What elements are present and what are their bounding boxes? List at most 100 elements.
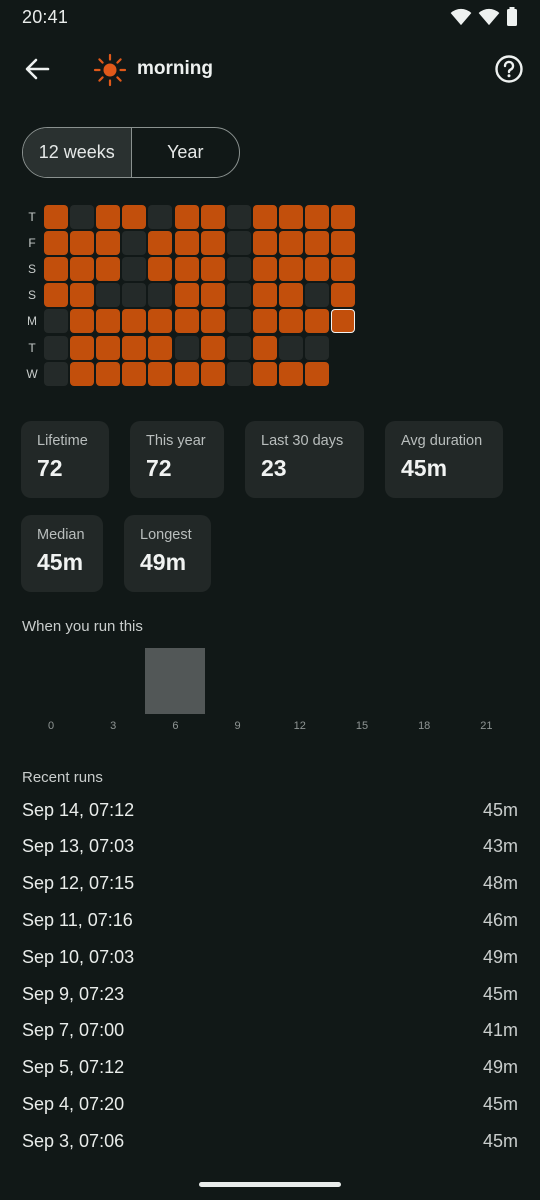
heatmap-cell[interactable] [305, 283, 329, 308]
run-list-item[interactable]: Sep 11, 07:16 46m [22, 902, 518, 938]
heatmap-cell[interactable] [96, 335, 121, 360]
heatmap-cell[interactable] [278, 231, 303, 256]
heatmap-cell[interactable] [174, 335, 199, 360]
heatmap-cell[interactable] [96, 361, 121, 386]
heatmap-cell[interactable] [44, 309, 68, 334]
help-circle-icon[interactable] [494, 54, 524, 84]
heatmap-cell[interactable] [44, 257, 68, 282]
heatmap-cell[interactable] [226, 257, 251, 282]
heatmap-cell[interactable] [226, 335, 251, 360]
hour-of-day-chart: 0 3 6 9 12 15 18 21 [0, 640, 540, 740]
heatmap-cell[interactable] [70, 309, 95, 334]
heatmap-cell[interactable] [96, 257, 121, 282]
run-list-item[interactable]: Sep 10, 07:03 49m [22, 939, 518, 975]
heatmap-cell[interactable] [44, 205, 68, 229]
heatmap-cell[interactable] [278, 283, 303, 308]
heatmap-cell[interactable] [331, 283, 356, 308]
heatmap-cell[interactable] [200, 335, 225, 360]
heatmap-cell[interactable] [96, 283, 121, 308]
heatmap-cell[interactable] [148, 309, 173, 334]
run-list-item[interactable]: Sep 9, 07:23 45m [22, 976, 518, 1012]
heatmap-cell[interactable] [305, 309, 329, 334]
heatmap-cell[interactable] [70, 257, 95, 282]
heatmap-cell[interactable] [200, 231, 225, 256]
heatmap-cell[interactable] [122, 205, 147, 229]
heatmap-cell[interactable] [96, 309, 121, 334]
heatmap-cell[interactable] [226, 309, 251, 334]
heatmap-cell[interactable] [70, 283, 95, 308]
heatmap-cell[interactable] [331, 205, 356, 229]
heatmap-cell[interactable] [174, 205, 199, 229]
heatmap-cell[interactable] [44, 231, 68, 256]
heatmap-cell[interactable] [278, 335, 303, 360]
heatmap-cell[interactable] [278, 361, 303, 386]
heatmap-cell[interactable] [252, 205, 277, 229]
run-list-item[interactable]: Sep 5, 07:12 49m [22, 1050, 518, 1086]
heatmap-cell[interactable] [200, 283, 225, 308]
heatmap-cell[interactable] [252, 309, 277, 334]
heatmap-cell[interactable] [70, 205, 95, 229]
range-option-year[interactable]: Year [132, 128, 240, 177]
heatmap-cell[interactable] [305, 257, 329, 282]
heatmap-cell[interactable] [252, 283, 277, 308]
heatmap-cell[interactable] [148, 361, 173, 386]
heatmap-cell[interactable] [305, 361, 329, 386]
heatmap-cell[interactable] [174, 257, 199, 282]
run-list-item[interactable]: Sep 12, 07:15 48m [22, 866, 518, 902]
heatmap-cell[interactable] [226, 283, 251, 308]
heatmap-cell[interactable] [122, 335, 147, 360]
run-duration: 45m [482, 1093, 518, 1114]
heatmap-cell[interactable] [226, 361, 251, 386]
run-list-item[interactable]: Sep 7, 07:00 41m [22, 1013, 518, 1049]
heatmap-cell[interactable] [148, 335, 173, 360]
heatmap-cell[interactable] [44, 283, 68, 308]
heatmap-cell[interactable] [331, 257, 356, 282]
heatmap-cell[interactable] [44, 335, 68, 360]
heatmap-cell[interactable] [278, 205, 303, 229]
back-arrow-icon[interactable] [22, 54, 52, 84]
heatmap-cell[interactable] [148, 257, 173, 282]
run-list-item[interactable]: Sep 3, 07:06 45m [22, 1123, 518, 1159]
heatmap-cell[interactable] [70, 231, 95, 256]
heatmap-cell-today[interactable] [331, 309, 356, 334]
heatmap-cell[interactable] [44, 361, 68, 386]
heatmap-cell[interactable] [278, 309, 303, 334]
heatmap-cell[interactable] [148, 283, 173, 308]
heatmap-cell[interactable] [200, 361, 225, 386]
run-date: Sep 4, 07:20 [22, 1093, 125, 1114]
run-list-item[interactable]: Sep 4, 07:20 45m [22, 1086, 518, 1122]
heatmap-cell[interactable] [226, 231, 251, 256]
heatmap-cell[interactable] [174, 283, 199, 308]
heatmap-cell[interactable] [148, 205, 173, 229]
heatmap-cell[interactable] [252, 257, 277, 282]
heatmap-cell[interactable] [252, 361, 277, 386]
heatmap-cell[interactable] [148, 231, 173, 256]
heatmap-cell[interactable] [226, 205, 251, 229]
heatmap-cell[interactable] [96, 231, 121, 256]
heatmap-cell[interactable] [252, 231, 277, 256]
range-option-12-weeks[interactable]: 12 weeks [23, 128, 132, 177]
heatmap-cell[interactable] [278, 257, 303, 282]
heatmap-cell[interactable] [174, 231, 199, 256]
run-list-item[interactable]: Sep 13, 07:03 43m [22, 829, 518, 865]
gesture-nav-handle[interactable] [199, 1182, 341, 1187]
heatmap-cell[interactable] [200, 257, 225, 282]
heatmap-cell[interactable] [305, 231, 329, 256]
heatmap-cell[interactable] [122, 257, 147, 282]
heatmap-cell[interactable] [305, 205, 329, 229]
heatmap-cell[interactable] [174, 361, 199, 386]
heatmap-cell[interactable] [200, 205, 225, 229]
heatmap-cell[interactable] [174, 309, 199, 334]
heatmap-cell[interactable] [122, 283, 147, 308]
run-list-item[interactable]: Sep 14, 07:12 45m [22, 792, 518, 828]
heatmap-cell[interactable] [96, 205, 121, 229]
heatmap-cell[interactable] [305, 335, 329, 360]
heatmap-cell[interactable] [122, 309, 147, 334]
heatmap-cell[interactable] [252, 335, 277, 360]
heatmap-cell[interactable] [122, 361, 147, 386]
heatmap-cell[interactable] [70, 335, 95, 360]
heatmap-cell[interactable] [331, 231, 356, 256]
heatmap-cell[interactable] [200, 309, 225, 334]
heatmap-cell[interactable] [122, 231, 147, 256]
heatmap-cell[interactable] [70, 361, 95, 386]
